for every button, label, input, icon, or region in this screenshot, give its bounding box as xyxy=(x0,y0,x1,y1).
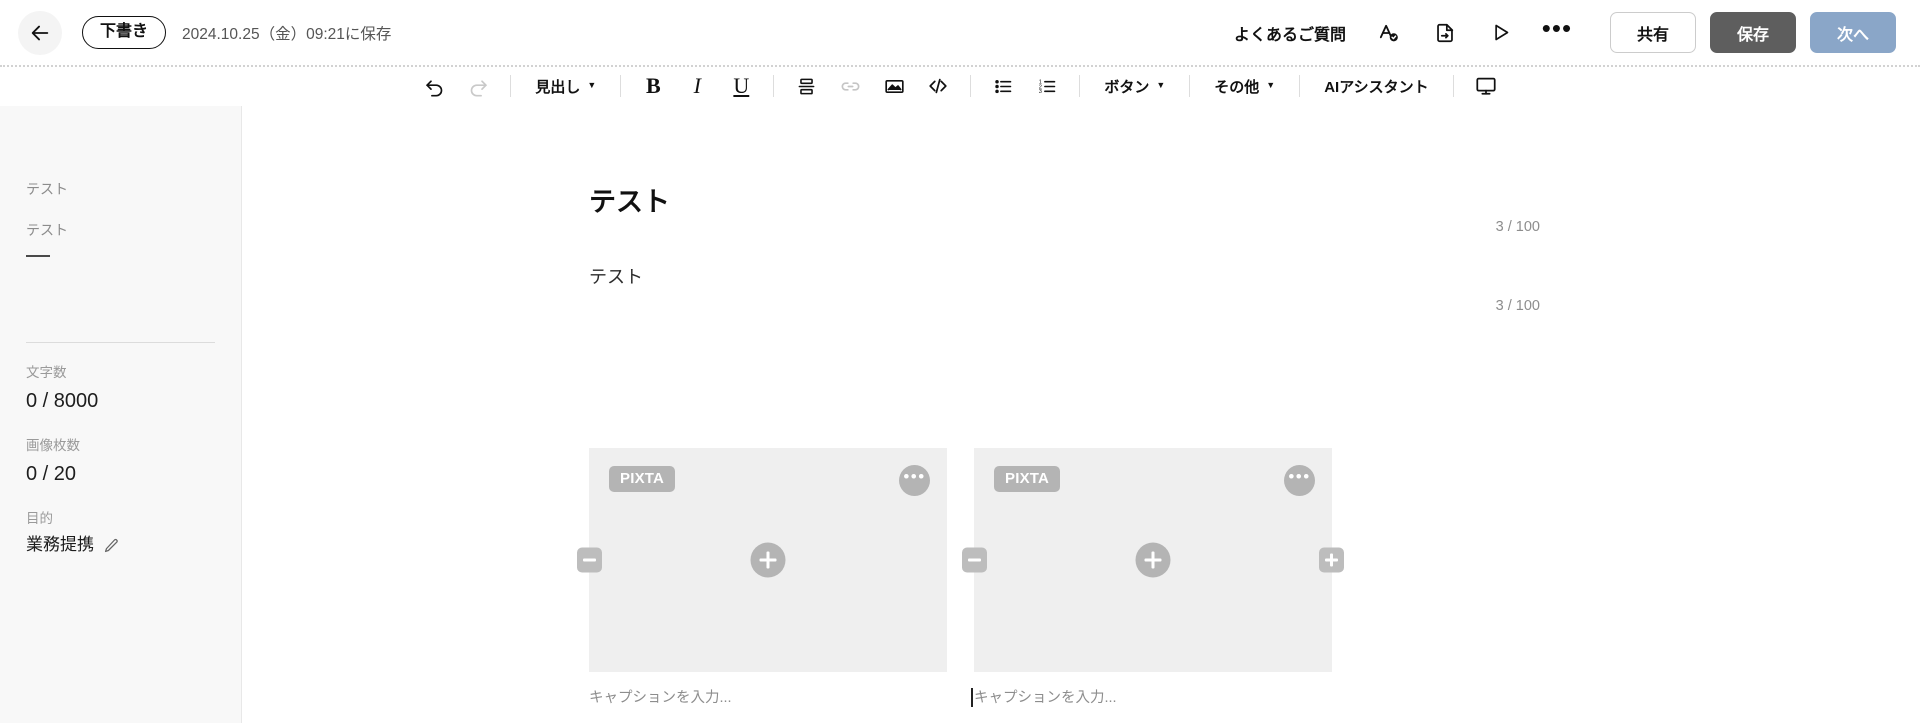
toolbar-separator xyxy=(1452,75,1454,97)
horizontal-divider-icon[interactable] xyxy=(790,70,822,102)
minus-icon xyxy=(583,558,596,562)
next-button[interactable]: 次へ xyxy=(1809,12,1896,53)
sidebar-outline-item-2[interactable]: テスト xyxy=(26,222,215,239)
toolbar-separator xyxy=(1299,75,1301,97)
link-icon[interactable] xyxy=(834,70,866,102)
image-caption-input[interactable]: キャプションを入力... xyxy=(971,688,1332,707)
toolbar-separator xyxy=(510,75,512,97)
back-button[interactable] xyxy=(18,10,62,55)
text-cursor xyxy=(971,688,973,707)
play-icon[interactable] xyxy=(1484,16,1518,50)
numbered-list-icon[interactable]: 1 2 3 xyxy=(1031,70,1063,102)
arrow-left-icon xyxy=(29,22,51,44)
toolbar-items: 見出し ▼ B I U 1 2 3 ボタン ▼ その他 ▼ AIアシスタント xyxy=(412,67,1507,105)
monitor-preview-icon[interactable] xyxy=(1470,70,1502,102)
pixta-badge[interactable]: PIXTA xyxy=(994,466,1061,492)
sidebar: テスト テスト 文字数 0 / 8000 画像枚数 0 / 20 目的 業務提携 xyxy=(0,106,242,723)
bold-button[interactable]: B xyxy=(637,70,669,102)
underline-button[interactable]: U xyxy=(725,70,757,102)
purpose-label: 目的 xyxy=(26,510,53,526)
title-character-counter: 3 / 100 xyxy=(1495,219,1540,235)
subtitle-character-counter: 3 / 100 xyxy=(1495,298,1540,314)
document-canvas: テスト 3 / 100 テスト 3 / 100 PIXTA ••• キャプション… xyxy=(242,106,1920,723)
heading-dropdown[interactable]: 見出し ▼ xyxy=(527,70,604,102)
char-count-value: 0 / 8000 xyxy=(26,389,99,412)
pixta-badge[interactable]: PIXTA xyxy=(609,466,676,492)
button-dropdown[interactable]: ボタン ▼ xyxy=(1096,70,1173,102)
image-count-label: 画像枚数 xyxy=(26,437,80,453)
code-icon[interactable] xyxy=(922,70,954,102)
pencil-icon[interactable] xyxy=(104,538,119,553)
spellcheck-icon[interactable] xyxy=(1372,16,1406,50)
bullet-list-icon[interactable] xyxy=(987,70,1019,102)
other-dropdown[interactable]: その他 ▼ xyxy=(1206,70,1283,102)
image-icon[interactable] xyxy=(878,70,910,102)
image-add-button[interactable] xyxy=(750,542,786,578)
image-more-button[interactable]: ••• xyxy=(899,465,930,496)
image-caption-placeholder: キャプションを入力... xyxy=(974,690,1117,706)
image-placeholder[interactable]: PIXTA ••• xyxy=(577,448,947,672)
image-block-grid: PIXTA ••• キャプションを入力... PIXTA ••• キャプションを… xyxy=(577,448,1344,707)
italic-button[interactable]: I xyxy=(681,70,713,102)
add-column-button-right[interactable] xyxy=(1319,547,1344,573)
document-export-icon[interactable] xyxy=(1428,16,1462,50)
toolbar-separator xyxy=(620,75,622,97)
toolbar-separator xyxy=(773,75,775,97)
svg-text:3: 3 xyxy=(1039,89,1042,95)
toolbar-separator xyxy=(970,75,972,97)
editor-toolbar: 見出し ▼ B I U 1 2 3 ボタン ▼ その他 ▼ AIアシスタント xyxy=(0,65,1920,105)
faq-link[interactable]: よくあるご質問 xyxy=(1234,21,1346,45)
undo-button[interactable] xyxy=(418,70,450,102)
image-caption-input[interactable]: キャプションを入力... xyxy=(589,690,947,707)
remove-column-button-left[interactable] xyxy=(962,547,987,573)
char-count-label: 文字数 xyxy=(26,364,67,380)
image-block: PIXTA ••• キャプションを入力... xyxy=(577,448,947,707)
document-title[interactable]: テスト xyxy=(589,186,670,218)
remove-column-button-left[interactable] xyxy=(577,547,602,573)
button-dropdown-label: ボタン xyxy=(1104,78,1150,96)
chevron-down-icon: ▼ xyxy=(1156,80,1166,90)
image-more-button[interactable]: ••• xyxy=(1284,465,1315,496)
toolbar-separator xyxy=(1079,75,1081,97)
document-subtitle[interactable]: テスト xyxy=(589,267,643,289)
minus-icon xyxy=(968,558,981,562)
app-header: 下書き 2024.10.25（金）09:21に保存 よくあるご質問 ••• 共有… xyxy=(0,0,1920,66)
purpose-row: 業務提携 xyxy=(26,535,215,555)
share-button[interactable]: 共有 xyxy=(1609,12,1696,53)
chevron-down-icon: ▼ xyxy=(587,80,597,90)
redo-button[interactable] xyxy=(462,70,494,102)
sidebar-divider xyxy=(26,341,215,343)
last-saved-timestamp: 2024.10.25（金）09:21に保存 xyxy=(182,25,392,43)
image-block: PIXTA ••• キャプションを入力... xyxy=(962,448,1344,707)
save-button[interactable]: 保存 xyxy=(1709,12,1796,53)
sidebar-outline-dash xyxy=(26,254,50,257)
ai-assistant-button[interactable]: AIアシスタント xyxy=(1316,70,1436,102)
heading-dropdown-label: 見出し xyxy=(535,78,581,96)
sidebar-outline-item-1[interactable]: テスト xyxy=(26,181,215,198)
other-dropdown-label: その他 xyxy=(1214,78,1260,96)
image-add-button[interactable] xyxy=(1135,542,1171,578)
purpose-value: 業務提携 xyxy=(26,535,94,555)
image-placeholder[interactable]: PIXTA ••• xyxy=(962,448,1344,672)
chevron-down-icon: ▼ xyxy=(1266,80,1276,90)
workspace: テスト テスト 文字数 0 / 8000 画像枚数 0 / 20 目的 業務提携… xyxy=(0,106,1920,723)
more-horizontal-icon[interactable]: ••• xyxy=(1540,15,1574,50)
toolbar-separator xyxy=(1189,75,1191,97)
status-badge[interactable]: 下書き xyxy=(82,16,167,49)
image-count-value: 0 / 20 xyxy=(26,462,77,485)
